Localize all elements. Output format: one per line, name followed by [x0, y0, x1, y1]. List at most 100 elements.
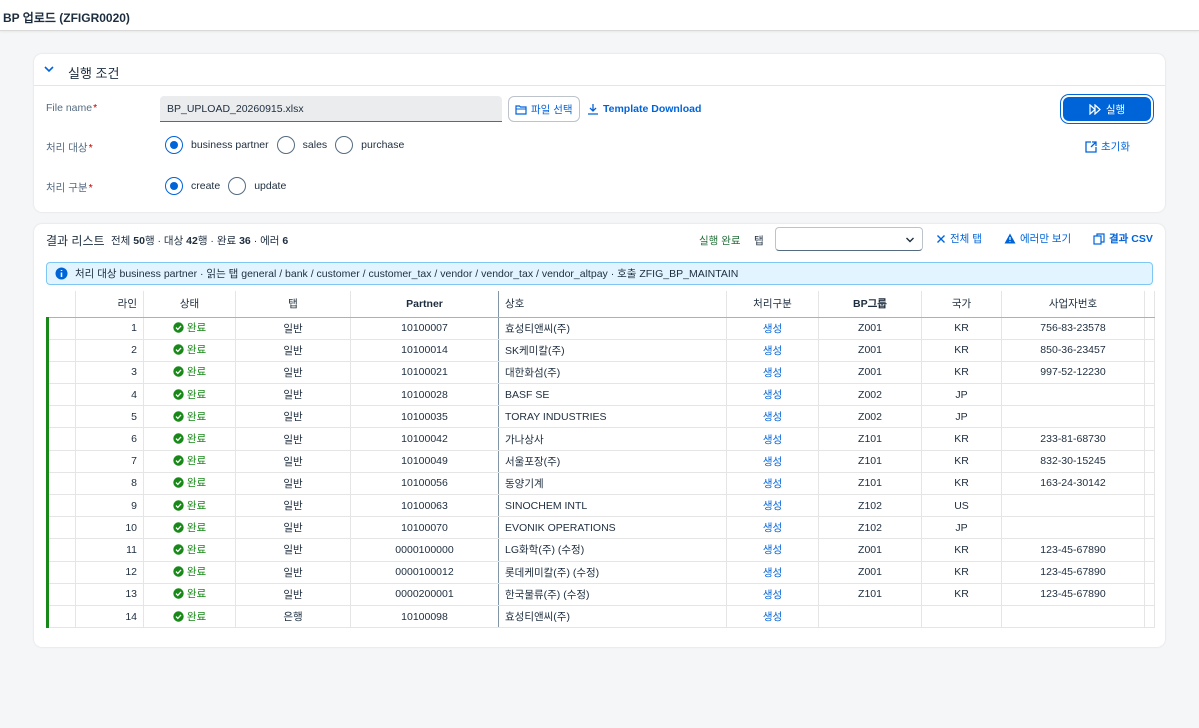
cell-partner: 10100042 [350, 427, 499, 451]
table-row[interactable]: 11 완료 일반 0000100000 LG화학(주) (수정) 생성 Z001 KR 123-… [46, 538, 1155, 562]
cell-spacer [1144, 405, 1155, 429]
errors-only-button[interactable]: 에러만 보기 [1004, 231, 1071, 246]
column-header-country[interactable]: 국가 [921, 291, 1002, 318]
status-badge: 완료 [173, 520, 206, 535]
radio-circle[interactable] [228, 177, 247, 195]
cell-tab: 일반 [235, 361, 351, 385]
cell-mode[interactable]: 생성 [726, 605, 819, 629]
table-row[interactable]: 2 완료 일반 10100014 SK케미칼(주) 생성 Z001 KR 850-36-2345… [46, 339, 1155, 362]
radio-create[interactable]: create [165, 177, 220, 195]
cell-biz-no: 756-83-23578 [1001, 317, 1145, 340]
tab-filter-label: 탭 [754, 235, 764, 247]
table-row[interactable]: 14 완료 은행 10100098 효성티앤씨(주) 생성 [46, 605, 1155, 629]
table-row[interactable]: 9 완료 일반 10100063 SINOCHEM INTL 생성 Z102 US [46, 494, 1155, 518]
check-circle-icon [173, 322, 184, 333]
cell-mode[interactable]: 생성 [726, 516, 819, 540]
column-header-status[interactable]: 상태 [143, 291, 236, 318]
table-row[interactable]: 5 완료 일반 10100035 TORAY INDUSTRIES 생성 Z002 JP [46, 405, 1155, 429]
table-row[interactable]: 12 완료 일반 0000100012 롯데케미칼(주) (수정) 생성 Z001 KR 123… [46, 561, 1155, 584]
cell-mode[interactable]: 생성 [726, 583, 819, 606]
table-row[interactable]: 7 완료 일반 10100049 서울포장(주) 생성 Z101 KR 832-30-15245 [46, 450, 1155, 473]
cell-biz-no: 233-81-68730 [1001, 427, 1145, 451]
chevron-down-icon[interactable] [43, 63, 55, 75]
cell-mode[interactable]: 생성 [726, 405, 819, 429]
close-icon [937, 234, 945, 243]
cell-partner: 10100035 [350, 405, 499, 429]
cell-spacer [1144, 317, 1155, 340]
radio-sales[interactable]: sales [276, 136, 327, 154]
cell-tab: 일반 [235, 427, 351, 451]
table-row[interactable]: 1 완료 일반 10100007 효성티앤씨(주) 생성 Z001 KR 756-83-2357… [46, 317, 1155, 340]
radio-purchase[interactable]: purchase [335, 136, 404, 154]
column-header-tab[interactable]: 탭 [235, 291, 351, 318]
check-circle-icon [173, 411, 184, 422]
table-row[interactable]: 4 완료 일반 10100028 BASF SE 생성 Z002 JP [46, 383, 1155, 407]
file-select-button[interactable]: 파일 선택 [508, 96, 580, 122]
radio-update[interactable]: update [228, 177, 286, 195]
cell-mode[interactable]: 생성 [726, 538, 819, 562]
reset-button[interactable]: 초기화 [1085, 139, 1130, 154]
row-indicator [46, 538, 76, 562]
cell-mode[interactable]: 생성 [726, 427, 819, 451]
table-row[interactable]: 6 완료 일반 10100042 가나상사 생성 Z101 KR 233-81-68730 [46, 427, 1155, 451]
cell-line: 8 [75, 472, 144, 496]
cell-mode[interactable]: 생성 [726, 472, 819, 496]
cell-mode[interactable]: 생성 [726, 361, 819, 385]
file-name-field[interactable]: BP_UPLOAD_20260915.xlsx [160, 96, 502, 122]
cell-bp-group: Z002 [818, 383, 922, 407]
column-header-partner[interactable]: Partner [350, 291, 499, 318]
check-circle-icon [173, 588, 184, 600]
cell-country [921, 605, 1002, 629]
cell-bp-group [818, 605, 922, 629]
row-indicator [46, 450, 76, 473]
cell-spacer [1144, 561, 1155, 584]
column-header-line[interactable]: 라인 [75, 291, 144, 318]
column-header-biz-no[interactable]: 사업자번호 [1001, 291, 1145, 318]
radio-circle[interactable] [165, 136, 183, 154]
cell-mode[interactable]: 생성 [726, 317, 819, 340]
shell-bar: BP 업로드 (ZFIGR0020) [0, 0, 1199, 31]
result-csv-button[interactable]: 결과 CSV [1093, 231, 1153, 246]
cell-country: KR [921, 450, 1002, 473]
radio-circle[interactable] [276, 136, 295, 154]
tab-filter-select[interactable] [775, 227, 923, 251]
cell-spacer [1144, 516, 1155, 540]
row-indicator [46, 427, 76, 451]
cell-country: JP [921, 383, 1002, 407]
cell-mode[interactable]: 생성 [726, 339, 819, 362]
table-row[interactable]: 8 완료 일반 10100056 동양기계 생성 Z101 KR 163-24-30142 [46, 472, 1155, 496]
results-table-container: 라인 상태 탭 Partner 상호 처리구분 BP그룹 국가 사업자번호 1 완… [46, 291, 1155, 639]
cell-status: 완료 [143, 516, 236, 540]
results-panel: 결과 리스트 전체 50행 · 대상 42행 · 완료 36 · 에러 6 실행… [34, 224, 1165, 647]
cell-name: 효성티앤씨(주) [498, 317, 727, 340]
radio-circle[interactable] [335, 136, 354, 154]
radio-business-partner[interactable]: business partner [165, 136, 269, 154]
check-circle-icon [173, 433, 184, 444]
column-header-mode[interactable]: 처리구분 [726, 291, 819, 318]
radio-circle[interactable] [165, 177, 183, 195]
cell-mode[interactable]: 생성 [726, 450, 819, 473]
template-download-link[interactable]: Template Download [587, 98, 701, 120]
column-header-bp-group[interactable]: BP그룹 [818, 291, 922, 318]
table-row[interactable]: 10 완료 일반 10100070 EVONIK OPERATIONS 생성 Z102 JP [46, 516, 1155, 540]
cell-line: 7 [75, 450, 144, 473]
column-header-indicator [47, 291, 76, 318]
cell-name: 동양기계 [498, 472, 727, 496]
all-tabs-button[interactable]: 전체 탭 [936, 231, 982, 246]
row-indicator [46, 339, 76, 362]
table-row[interactable]: 3 완료 일반 10100021 대한화섬(주) 생성 Z001 KR 997-52-12230 [46, 361, 1155, 385]
cell-partner: 10100014 [350, 339, 499, 362]
conditions-header[interactable]: 실행 조건 [34, 54, 1165, 86]
warning-icon [1004, 233, 1016, 244]
status-badge: 완료 [173, 542, 206, 557]
cell-mode[interactable]: 생성 [726, 494, 819, 518]
conditions-title: 실행 조건 [68, 66, 120, 81]
table-row[interactable]: 13 완료 일반 0000200001 한국물류(주) (수정) 생성 Z101 KR 123-… [46, 583, 1155, 606]
cell-mode[interactable]: 생성 [726, 383, 819, 407]
cell-biz-no [1001, 494, 1145, 518]
cell-mode[interactable]: 생성 [726, 561, 819, 584]
cell-bp-group: Z102 [818, 494, 922, 518]
check-circle-icon [173, 477, 184, 489]
column-header-name[interactable]: 상호 [498, 291, 727, 318]
run-button[interactable]: 실행 [1063, 97, 1151, 121]
